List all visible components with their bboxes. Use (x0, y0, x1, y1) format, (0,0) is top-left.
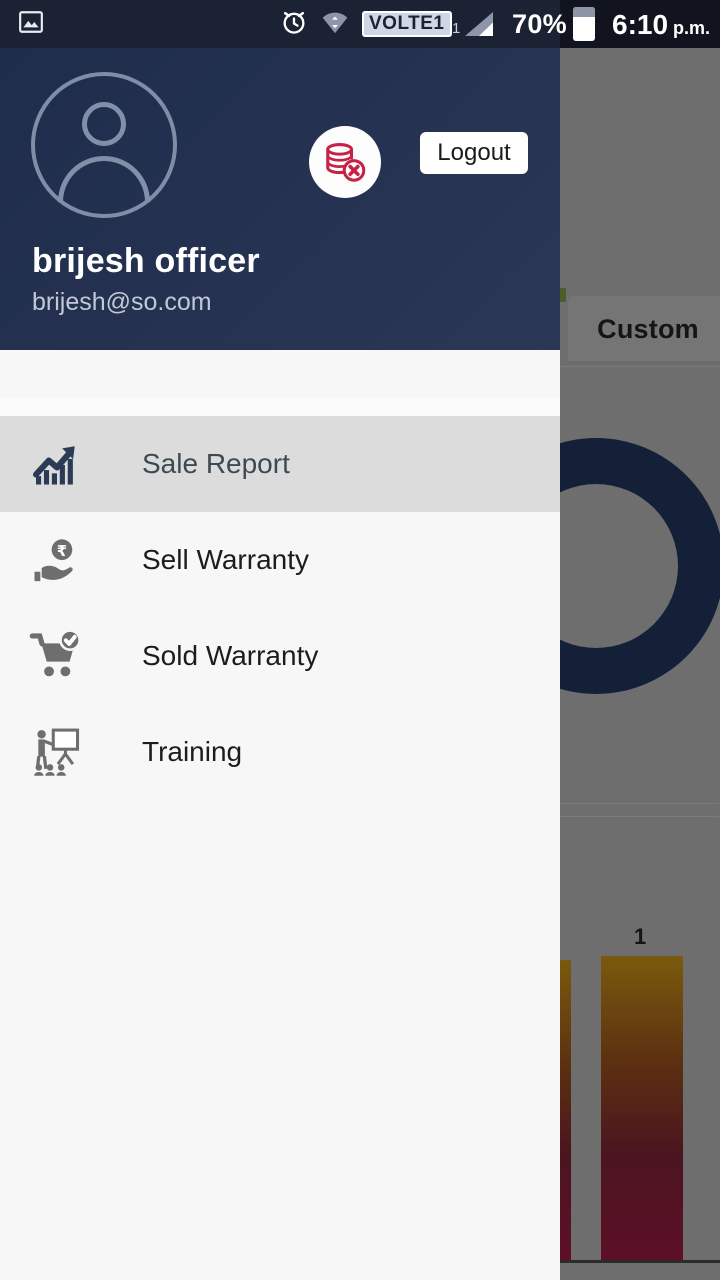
status-bar: VOLTE1 1 70% 6:10 p.m. (0, 0, 720, 48)
clock: 6:10 p.m. (612, 0, 710, 48)
signal-bars-icon: 1 (452, 10, 497, 38)
menu-top-spacer (0, 398, 560, 416)
drawer-header: Logout brijesh officer brijesh@so.com (0, 48, 560, 350)
navigation-drawer: Logout brijesh officer brijesh@so.com Sa… (0, 48, 560, 1280)
sidebar-item-label: Sold Warranty (142, 640, 319, 671)
alarm-clock-icon (280, 8, 308, 41)
bar-feb (601, 956, 683, 1260)
avatar-body (58, 156, 150, 202)
clock-time: 6:10 (612, 9, 669, 40)
drawer-menu: Sale Report ₹ Sell Warranty Sold Warrant… (0, 398, 560, 800)
logout-button[interactable]: Logout (419, 131, 529, 175)
cart-check-icon (26, 625, 88, 687)
bar-value-label: 1 (634, 924, 647, 949)
tab-underline (568, 361, 720, 364)
image-photo-icon (18, 9, 44, 40)
database-delete-icon[interactable] (309, 126, 381, 198)
tab-custom-label: Custom (597, 313, 699, 344)
volte-badge: VOLTE1 (362, 11, 452, 37)
tab-custom[interactable]: Custom (568, 296, 720, 362)
user-avatar-icon (31, 72, 177, 218)
battery-icon (572, 7, 595, 41)
sidebar-item-label: Sell Warranty (142, 544, 310, 575)
sidebar-item-sell-warranty[interactable]: ₹ Sell Warranty (0, 512, 560, 608)
battery-status: 70% (512, 0, 595, 48)
sidebar-item-training[interactable]: Training (0, 704, 560, 800)
sim-index-label: 1 (452, 20, 461, 37)
chart-growth-icon (26, 433, 88, 495)
logout-button-label: Logout (437, 139, 511, 166)
sidebar-item-sale-report[interactable]: Sale Report (0, 416, 560, 512)
status-icon-cluster: VOLTE1 (280, 0, 452, 48)
sidebar-item-label: Training (142, 736, 243, 767)
sidebar-item-sold-warranty[interactable]: Sold Warranty (0, 608, 560, 704)
screen: Custom 6 e 1 Feb (0, 0, 720, 1280)
avatar-head (82, 102, 126, 146)
svg-text:₹: ₹ (57, 542, 67, 560)
wifi-transfer-icon (320, 8, 350, 41)
bar-category-label: Feb (618, 1276, 658, 1280)
user-name: brijesh officer (32, 242, 260, 280)
clock-period: p.m. (673, 18, 711, 38)
presentation-icon (26, 721, 88, 783)
sidebar-item-label: Sale Report (142, 448, 290, 479)
battery-percent-label: 70% (512, 8, 567, 39)
hand-rupee-icon: ₹ (26, 529, 88, 591)
user-email: brijesh@so.com (32, 288, 212, 316)
